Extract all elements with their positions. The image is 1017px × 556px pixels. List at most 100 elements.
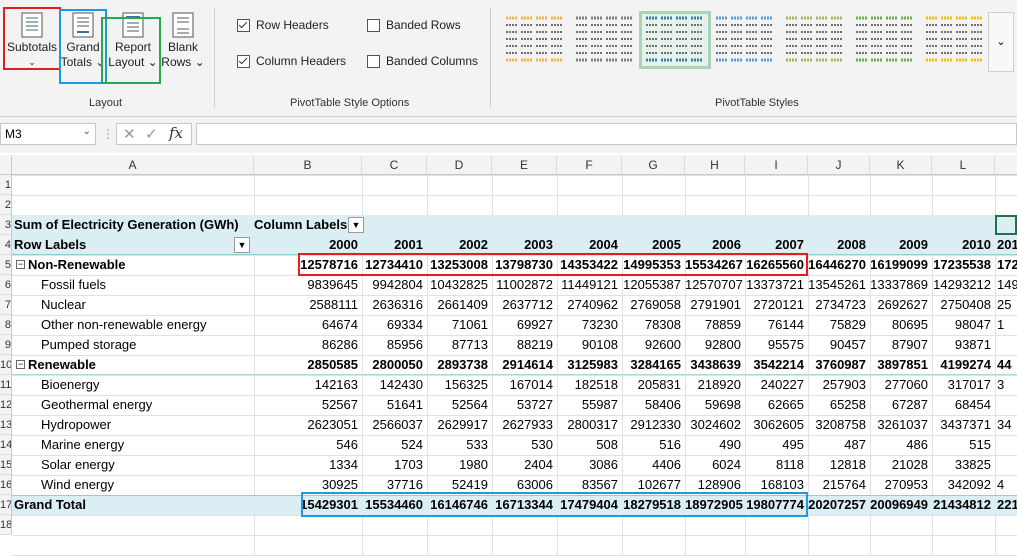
column-header[interactable]: I <box>745 155 808 175</box>
row-header[interactable]: 9 <box>0 335 12 355</box>
pivot-style-swatch[interactable] <box>782 14 848 66</box>
collapse-icon[interactable]: − <box>16 260 25 269</box>
style-preview-icon <box>576 16 632 62</box>
row-header[interactable]: 3 <box>0 215 12 235</box>
row-labels-header: Row Labels <box>14 237 87 252</box>
enter-icon[interactable]: ✓ <box>145 125 158 143</box>
row-header[interactable]: 12 <box>0 395 12 415</box>
row-header[interactable]: 17 <box>0 495 12 515</box>
row-header[interactable]: 1 <box>0 175 12 195</box>
column-header[interactable]: B <box>254 155 362 175</box>
pivot-value-cell: 78308 <box>644 317 681 332</box>
pivot-value-cell: 11002872 <box>496 277 553 292</box>
row-header[interactable]: 4 <box>0 235 12 255</box>
pivot-value-cell: 2914614 <box>502 357 553 372</box>
column-header[interactable]: J <box>808 155 870 175</box>
row-header[interactable]: 2 <box>0 195 12 215</box>
blank-rows-button[interactable]: Blank Rows ⌄ <box>160 8 206 84</box>
row-header[interactable]: 7 <box>0 295 12 315</box>
column-header[interactable]: A <box>12 155 254 175</box>
gallery-more-button[interactable]: ⌄ <box>988 12 1014 72</box>
subtotals-label: Subtotals <box>6 40 58 54</box>
name-box[interactable]: M3 ⌄ <box>0 123 96 145</box>
pivot-value-cell: 14293212 <box>933 277 991 292</box>
row-header[interactable]: 10 <box>0 355 12 375</box>
pivot-style-swatch[interactable] <box>639 11 711 69</box>
pivot-value-cell: 2800317 <box>567 417 618 432</box>
pivot-style-swatch[interactable] <box>712 14 778 66</box>
pivot-value-cell: 128906 <box>697 477 741 492</box>
formula-bar: M3 ⌄ ⋮ ✕ ✓ fx <box>0 117 1017 153</box>
grand-totals-button[interactable]: Grand Totals ⌄ <box>60 8 106 84</box>
pivot-value-cell: 1 <box>997 317 1005 332</box>
pivot-value-cell: 52564 <box>451 397 488 412</box>
pivot-value-cell: 33825 <box>954 457 991 472</box>
pivot-value-cell: 13798730 <box>495 257 553 272</box>
banded-columns-checkbox[interactable]: Banded Columns <box>367 54 478 68</box>
row-header[interactable]: 16 <box>0 475 12 495</box>
row-header[interactable]: 15 <box>0 455 12 475</box>
banded-rows-checkbox[interactable]: Banded Rows <box>367 18 461 32</box>
pivot-value-cell: 93871 <box>954 337 991 352</box>
collapse-icon[interactable]: − <box>16 360 25 369</box>
gridline-horizontal <box>12 175 1017 176</box>
column-labels-filter-button[interactable]: ▼ <box>348 217 364 233</box>
active-cell-m3[interactable] <box>995 215 1017 235</box>
column-header[interactable]: H <box>685 155 745 175</box>
select-all-corner[interactable] <box>0 155 12 175</box>
pivot-value-cell: 4199274 <box>940 357 991 372</box>
pivot-value-cell: 86286 <box>321 337 358 352</box>
row-header[interactable]: 5 <box>0 255 12 275</box>
column-header[interactable]: G <box>622 155 685 175</box>
pivot-style-swatch[interactable] <box>852 14 918 66</box>
pivot-value-cell: 9839645 <box>307 277 358 292</box>
pivot-value-cell: 487 <box>844 437 866 452</box>
pivot-row-label: Fossil fuels <box>41 277 107 292</box>
pivot-style-swatch[interactable] <box>502 14 568 66</box>
pivot-style-swatch[interactable] <box>572 14 638 66</box>
column-header[interactable]: C <box>362 155 427 175</box>
group-label-style-options: PivotTable Style Options <box>290 97 410 109</box>
report-layout-label-2: Layout ⌄ <box>108 55 158 69</box>
insert-function-icon[interactable]: fx <box>169 124 183 142</box>
column-header[interactable]: L <box>932 155 995 175</box>
row-header[interactable]: 11 <box>0 375 12 395</box>
row-header[interactable]: 6 <box>0 275 12 295</box>
cancel-icon[interactable]: ✕ <box>123 125 136 143</box>
pivot-value-cell: 53727 <box>516 397 553 412</box>
pivot-value-cell: 52567 <box>321 397 358 412</box>
pivot-row-label: Pumped storage <box>41 337 137 352</box>
grand-total-cell: 16146746 <box>430 497 488 512</box>
row-header[interactable]: 14 <box>0 435 12 455</box>
report-layout-button[interactable]: Report Layout ⌄ <box>106 8 160 84</box>
pivot-value-cell: 270953 <box>884 477 928 492</box>
column-headers-checkbox[interactable]: Column Headers <box>237 54 346 68</box>
row-headers-checkbox[interactable]: Row Headers <box>237 18 329 32</box>
blank-rows-label-1: Blank <box>167 40 199 54</box>
column-header[interactable]: E <box>492 155 557 175</box>
year-header: 2003 <box>524 237 553 252</box>
column-header[interactable]: K <box>870 155 932 175</box>
style-preview-icon <box>856 16 912 62</box>
pivot-value-cell: 90108 <box>581 337 618 352</box>
pivot-value-cell: 546 <box>336 437 358 452</box>
pivot-value-cell: 78859 <box>704 317 741 332</box>
pivot-value-cell: 21028 <box>891 457 928 472</box>
pivot-value-cell: 508 <box>596 437 618 452</box>
pivot-style-swatch[interactable] <box>922 14 988 66</box>
column-header[interactable]: F <box>557 155 622 175</box>
column-header-overflow[interactable] <box>995 155 1017 175</box>
banded-rows-label: Banded Rows <box>386 18 461 32</box>
pivot-value-cell: 490 <box>719 437 741 452</box>
row-labels-filter-button[interactable]: ▼ <box>234 237 250 253</box>
row-header[interactable]: 18 <box>0 515 12 535</box>
row-header[interactable]: 13 <box>0 415 12 435</box>
pivot-value-cell: 85956 <box>386 337 423 352</box>
column-header[interactable]: D <box>427 155 492 175</box>
subtotals-button[interactable]: Subtotals ⌄ <box>4 8 60 84</box>
checkbox-unchecked-icon <box>367 18 380 32</box>
pivot-value-cell: 3897851 <box>877 357 928 372</box>
pivot-value-cell: 13545261 <box>808 277 866 292</box>
row-header[interactable]: 8 <box>0 315 12 335</box>
formula-input[interactable] <box>196 123 1017 145</box>
